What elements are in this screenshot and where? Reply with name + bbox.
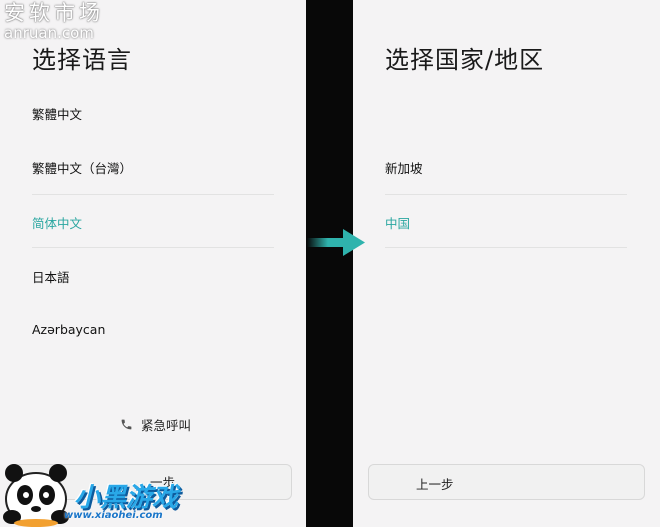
language-item[interactable]: Azərbaycan (32, 322, 105, 337)
previous-step-label: 上一步 (416, 477, 454, 492)
emergency-call-label: 紧急呼叫 (141, 417, 192, 433)
language-item[interactable]: 繁體中文 (32, 104, 82, 123)
phone-icon (121, 419, 132, 429)
divider-line (32, 194, 274, 195)
page-title: 选择国家/地区 (385, 46, 545, 74)
divider-line (385, 194, 627, 195)
watermark-url: www.xiaohei.com (64, 510, 163, 521)
language-item[interactable]: 日本語 (32, 267, 70, 286)
region-item[interactable]: 新加坡 (385, 158, 423, 177)
watermark-brand: 小黑游戏 (74, 483, 179, 513)
language-select-screen: 选择语言 繁體中文 繁體中文（台灣） 简体中文 日本語 Azərbaycan 紧… (0, 0, 306, 527)
divider-line (385, 247, 627, 248)
language-item[interactable]: 繁體中文（台灣） (32, 158, 132, 177)
screen-divider (306, 0, 353, 527)
divider-line (32, 247, 274, 248)
page-title: 选择语言 (32, 46, 132, 74)
watermark-domain: anruan.com (4, 24, 94, 42)
emergency-call-button[interactable]: 紧急呼叫 (120, 416, 192, 433)
region-item-selected[interactable]: 中国 (385, 213, 410, 232)
watermark-name: 安软市场 (4, 1, 104, 25)
arrow-right-icon (307, 229, 365, 256)
previous-step-button[interactable] (368, 464, 645, 500)
language-item-selected[interactable]: 简体中文 (32, 213, 82, 232)
region-select-screen: 选择国家/地区 新加坡 中国 上一步 (353, 0, 660, 527)
watermark-logo: 安软市场 anruan.com (4, 1, 104, 41)
